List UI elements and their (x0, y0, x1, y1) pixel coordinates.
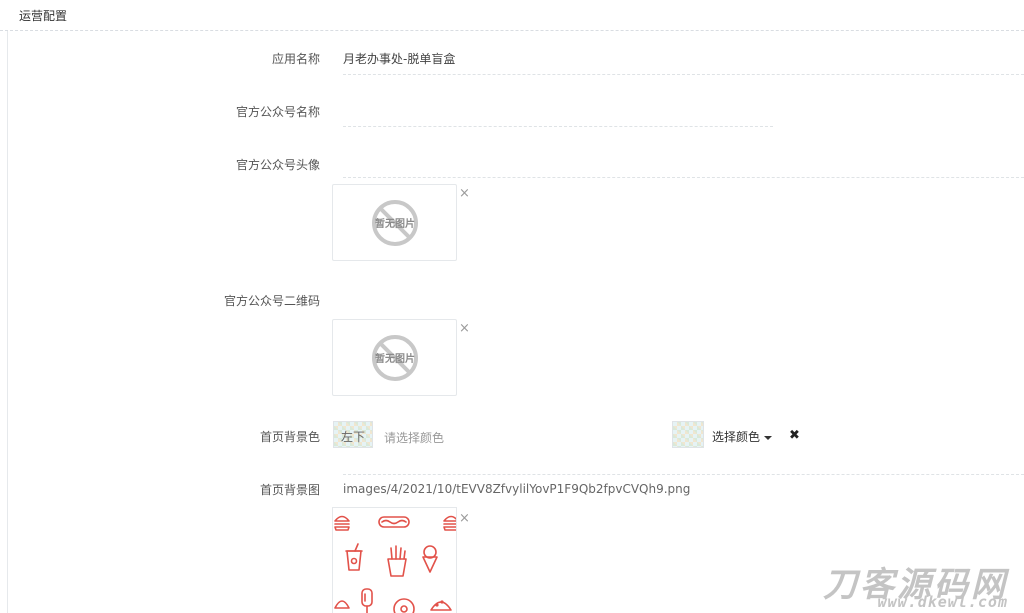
no-image-text: 暂无图片 (375, 217, 415, 230)
color-picker-swatch[interactable] (672, 421, 704, 448)
drink-cup-icon (345, 543, 363, 571)
no-image-icon: 暂无图片 (372, 200, 418, 246)
official-name-label: 官方公众号名称 (235, 105, 320, 119)
divider (343, 474, 1024, 475)
select-color-button[interactable]: 选择颜色 (712, 428, 773, 445)
avatar-remove-icon[interactable]: × (459, 187, 470, 200)
color-input[interactable]: 请选择颜色 (384, 429, 444, 446)
bg-image-path[interactable]: images/4/2021/10/tEVV8ZfvylilYovP1F9Qb2f… (343, 482, 690, 496)
app-name-label: 应用名称 (271, 52, 320, 66)
home-bg-image-label: 首页背景图 (259, 483, 320, 497)
hotdog-icon (378, 516, 410, 528)
panel-border (7, 31, 8, 613)
burger-icon (334, 515, 350, 531)
clear-color-icon[interactable]: ✖ (789, 429, 800, 442)
fries-icon (387, 545, 407, 577)
ice-cream-icon (422, 545, 438, 573)
no-image-text: 暂无图片 (375, 352, 415, 365)
food-pattern-image (334, 515, 456, 613)
select-color-label: 选择颜色 (712, 430, 761, 444)
avatar-image-box[interactable]: 暂无图片 (332, 184, 457, 261)
donut-icon (393, 598, 415, 613)
bg-image-remove-icon[interactable]: × (459, 512, 470, 525)
qrcode-image-box[interactable]: 暂无图片 (332, 319, 457, 396)
app-name-value[interactable]: 月老办事处-脱单盲盒 (343, 50, 455, 67)
popsicle-icon (361, 588, 373, 613)
watermark-sub: www.dkewl.com (877, 593, 1008, 611)
divider (343, 126, 773, 127)
swatch-text: 左下 (341, 430, 366, 444)
panel-header: 运营配置 (0, 0, 1024, 31)
taco-icon (334, 600, 350, 609)
bg-image-preview[interactable] (332, 507, 457, 613)
color-swatch-preview: 左下 (333, 421, 373, 448)
divider (343, 74, 1024, 75)
panel-title: 运营配置 (19, 9, 68, 23)
divider (343, 177, 1024, 178)
home-bg-color-label: 首页背景色 (259, 430, 320, 444)
caret-down-icon (764, 435, 773, 440)
official-avatar-label: 官方公众号头像 (235, 158, 320, 172)
official-qrcode-label: 官方公众号二维码 (223, 294, 320, 308)
burger-icon (430, 600, 452, 611)
burger-icon (443, 515, 456, 531)
no-image-icon: 暂无图片 (372, 335, 418, 381)
watermark: 刀客源码网 www.dkewl.com (820, 557, 1016, 613)
qrcode-remove-icon[interactable]: × (459, 322, 470, 335)
